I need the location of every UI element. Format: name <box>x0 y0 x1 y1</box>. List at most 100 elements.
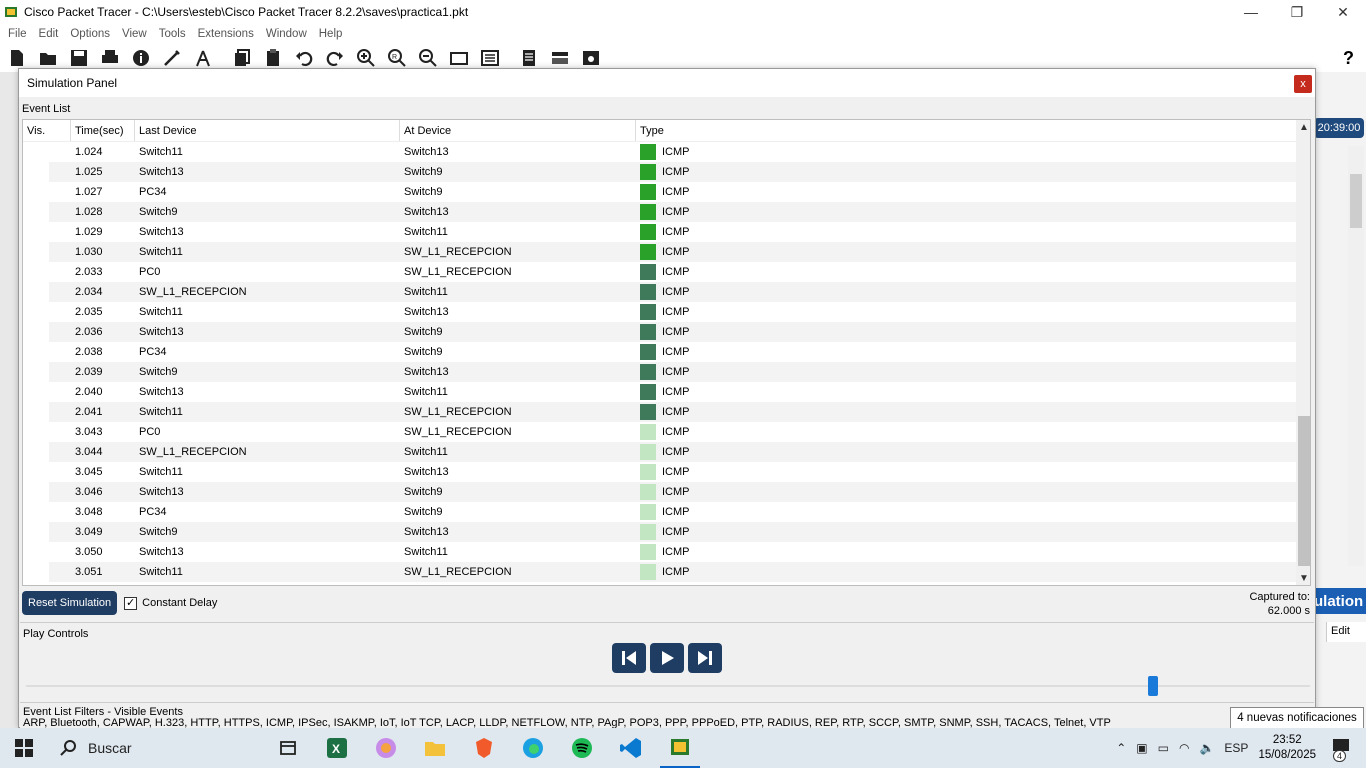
play-button[interactable] <box>650 643 684 673</box>
vscode-icon[interactable] <box>611 728 651 768</box>
event-type-cell[interactable]: ICMP <box>636 422 1296 442</box>
event-type-cell[interactable]: ICMP <box>636 482 1296 502</box>
constant-delay-checkbox[interactable]: ✓ <box>124 596 138 610</box>
event-type-cell[interactable]: ICMP <box>636 262 1296 282</box>
event-row[interactable]: 3.045 Switch11 Switch13 ICMP <box>23 462 1310 482</box>
event-row[interactable]: 3.049 Switch9 Switch13 ICMP <box>23 522 1310 542</box>
column-time[interactable]: Time(sec) <box>71 120 135 141</box>
vis-cell[interactable] <box>23 242 49 262</box>
vis-cell[interactable] <box>23 522 49 542</box>
event-type-cell[interactable]: ICMP <box>636 162 1296 182</box>
custom-device-icon[interactable] <box>479 47 501 69</box>
help-icon[interactable]: ? <box>1343 48 1354 69</box>
file-explorer-icon[interactable] <box>415 728 455 768</box>
minimize-button[interactable]: — <box>1228 0 1274 24</box>
step-forward-button[interactable] <box>688 643 722 673</box>
menu-help[interactable]: Help <box>313 28 349 40</box>
edge-icon[interactable] <box>513 728 553 768</box>
vis-cell[interactable] <box>23 162 49 182</box>
brave-icon[interactable] <box>464 728 504 768</box>
vis-cell[interactable] <box>23 482 49 502</box>
event-type-cell[interactable]: ICMP <box>636 242 1296 262</box>
event-row[interactable]: 2.034 SW_L1_RECEPCION Switch11 ICMP <box>23 282 1310 302</box>
scroll-up-icon[interactable]: ▲ <box>1298 122 1310 134</box>
event-type-cell[interactable]: ICMP <box>636 322 1296 342</box>
screenshot-icon[interactable] <box>580 47 602 69</box>
event-type-cell[interactable]: ICMP <box>636 202 1296 222</box>
event-row[interactable]: 3.044 SW_L1_RECEPCION Switch11 ICMP <box>23 442 1310 462</box>
step-back-button[interactable] <box>612 643 646 673</box>
event-type-cell[interactable]: ICMP <box>636 542 1296 562</box>
column-type[interactable]: Type <box>636 120 1296 141</box>
menu-extensions[interactable]: Extensions <box>192 28 260 40</box>
chevron-up-icon[interactable]: ⌃ <box>1116 741 1126 755</box>
vis-cell[interactable] <box>23 262 49 282</box>
close-window-button[interactable]: ✕ <box>1320 0 1366 24</box>
vis-cell[interactable] <box>23 562 49 582</box>
event-row[interactable]: 3.046 Switch13 Switch9 ICMP <box>23 482 1310 502</box>
event-row[interactable]: 2.035 Switch11 Switch13 ICMP <box>23 302 1310 322</box>
event-row[interactable]: 2.041 Switch11 SW_L1_RECEPCION ICMP <box>23 402 1310 422</box>
vis-cell[interactable] <box>23 422 49 442</box>
redo-icon[interactable] <box>324 47 346 69</box>
cluster-icon[interactable] <box>549 47 571 69</box>
event-type-cell[interactable]: ICMP <box>636 282 1296 302</box>
palette-icon[interactable] <box>448 47 470 69</box>
event-type-cell[interactable]: ICMP <box>636 222 1296 242</box>
event-row[interactable]: 1.025 Switch13 Switch9 ICMP <box>23 162 1310 182</box>
event-list-scroll-thumb[interactable] <box>1298 416 1310 566</box>
event-row[interactable]: 2.040 Switch13 Switch11 ICMP <box>23 382 1310 402</box>
vis-cell[interactable] <box>23 282 49 302</box>
paste-icon[interactable] <box>262 47 284 69</box>
event-row[interactable]: 3.043 PC0 SW_L1_RECEPCION ICMP <box>23 422 1310 442</box>
notes-icon[interactable] <box>518 47 540 69</box>
menu-options[interactable]: Options <box>64 28 116 40</box>
battery-icon[interactable]: ▭ <box>1158 741 1169 755</box>
vis-cell[interactable] <box>23 542 49 562</box>
antenna-icon[interactable] <box>192 47 214 69</box>
event-type-cell[interactable]: ICMP <box>636 362 1296 382</box>
event-type-cell[interactable]: ICMP <box>636 442 1296 462</box>
vis-cell[interactable] <box>23 322 49 342</box>
vis-cell[interactable] <box>23 302 49 322</box>
event-row[interactable]: 3.051 Switch11 SW_L1_RECEPCION ICMP <box>23 562 1310 582</box>
event-row[interactable]: 2.038 PC34 Switch9 ICMP <box>23 342 1310 362</box>
event-type-cell[interactable]: ICMP <box>636 462 1296 482</box>
notification-toast[interactable]: 4 nuevas notificaciones <box>1230 707 1364 729</box>
packet-tracer-task-icon[interactable] <box>660 728 700 768</box>
vis-cell[interactable] <box>23 462 49 482</box>
event-row[interactable]: 2.039 Switch9 Switch13 ICMP <box>23 362 1310 382</box>
menu-edit[interactable]: Edit <box>33 28 65 40</box>
vis-cell[interactable] <box>23 182 49 202</box>
close-panel-button[interactable]: x <box>1294 75 1312 93</box>
constant-delay-option[interactable]: ✓ Constant Delay <box>124 596 217 610</box>
new-icon[interactable] <box>6 47 28 69</box>
copilot-icon[interactable] <box>366 728 406 768</box>
start-button[interactable] <box>0 728 48 768</box>
save-icon[interactable] <box>68 47 90 69</box>
event-type-cell[interactable]: ICMP <box>636 562 1296 582</box>
network-wizard-icon[interactable] <box>161 47 183 69</box>
scroll-down-icon[interactable]: ▼ <box>1298 573 1310 585</box>
event-list-scrollbar[interactable]: ▲ ▼ <box>1296 120 1310 585</box>
vis-cell[interactable] <box>23 402 49 422</box>
undo-icon[interactable] <box>293 47 315 69</box>
print-icon[interactable] <box>99 47 121 69</box>
volume-icon[interactable]: 🔈 <box>1199 741 1214 755</box>
event-type-cell[interactable]: ICMP <box>636 182 1296 202</box>
menu-tools[interactable]: Tools <box>153 28 192 40</box>
clock[interactable]: 23:52 15/08/2025 <box>1258 733 1316 763</box>
wifi-icon[interactable]: ◠ <box>1179 741 1189 755</box>
zoom-out-icon[interactable] <box>417 47 439 69</box>
vis-cell[interactable] <box>23 382 49 402</box>
zoom-in-icon[interactable] <box>355 47 377 69</box>
taskbar-search[interactable]: Buscar <box>48 728 268 768</box>
event-row[interactable]: 1.027 PC34 Switch9 ICMP <box>23 182 1310 202</box>
event-row[interactable]: 2.033 PC0 SW_L1_RECEPCION ICMP <box>23 262 1310 282</box>
event-row[interactable]: 1.029 Switch13 Switch11 ICMP <box>23 222 1310 242</box>
vis-cell[interactable] <box>23 202 49 222</box>
play-speed-slider[interactable] <box>1148 676 1158 696</box>
vis-cell[interactable] <box>23 442 49 462</box>
zoom-reset-icon[interactable]: R <box>386 47 408 69</box>
spotify-icon[interactable] <box>562 728 602 768</box>
